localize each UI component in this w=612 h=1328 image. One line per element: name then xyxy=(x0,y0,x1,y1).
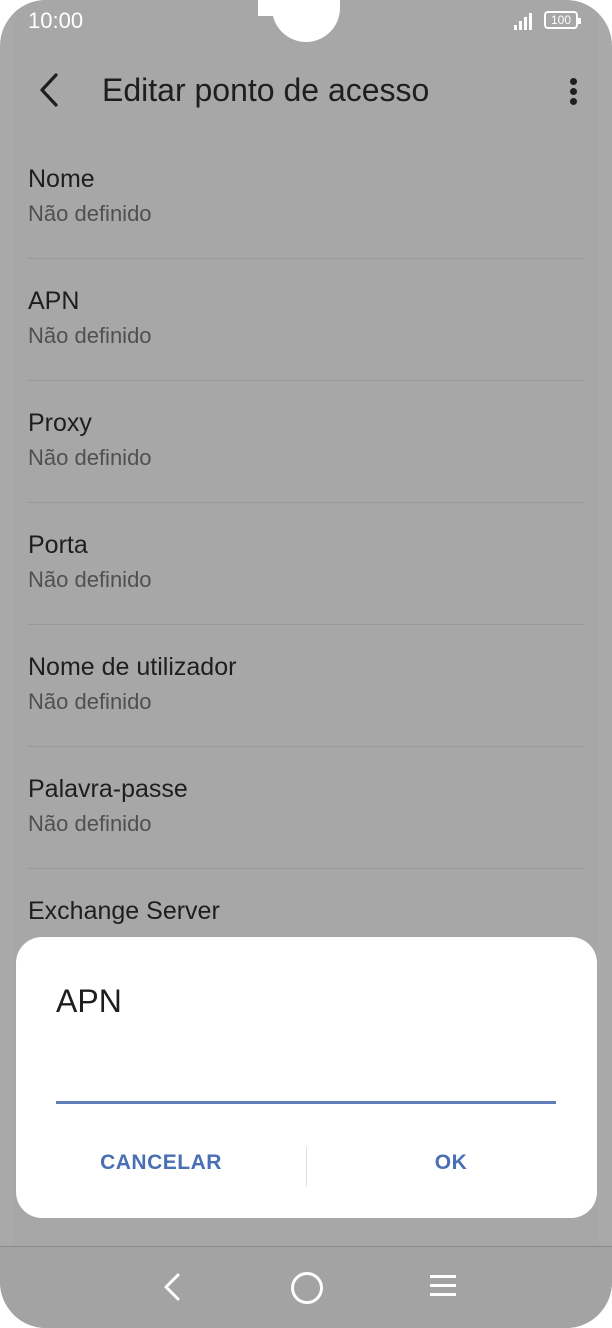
phone-screen: 10:00 100 Editar ponto de acesso Nome Nã… xyxy=(0,0,612,1328)
status-time: 10:00 xyxy=(28,8,84,33)
apn-input[interactable] xyxy=(56,1101,556,1104)
ok-button[interactable]: OK xyxy=(376,1151,526,1175)
item-label: Palavra-passe xyxy=(28,775,188,803)
list-item-porta[interactable]: Porta Não definido xyxy=(28,503,584,625)
item-value: Não definido xyxy=(28,323,152,348)
item-label: Nome de utilizador xyxy=(28,653,237,681)
cancel-button[interactable]: CANCELAR xyxy=(76,1151,246,1175)
item-value: Não definido xyxy=(28,689,152,714)
nav-back-button[interactable] xyxy=(156,1267,186,1307)
apn-dialog: APN CANCELAR OK xyxy=(16,937,597,1218)
item-label: Proxy xyxy=(28,409,92,437)
item-label: Nome xyxy=(28,165,95,193)
list-item-proxy[interactable]: Proxy Não definido xyxy=(28,381,584,503)
vertical-dots-icon xyxy=(570,78,577,85)
page-title: Editar ponto de acesso xyxy=(102,72,430,108)
item-label: APN xyxy=(28,287,80,315)
item-label: Porta xyxy=(28,531,88,559)
list-item-nome-de-utilizador[interactable]: Nome de utilizador Não definido xyxy=(28,625,584,747)
item-value: Não definido xyxy=(28,811,152,836)
nav-back-icon xyxy=(164,1273,180,1301)
item-value: Não definido xyxy=(28,567,152,592)
dialog-title: APN xyxy=(56,983,122,1019)
list-item-apn[interactable]: APN Não definido xyxy=(28,259,584,381)
nav-home-icon[interactable] xyxy=(291,1272,323,1304)
signal-icon xyxy=(514,12,536,30)
button-divider xyxy=(306,1147,307,1187)
item-value: Não definido xyxy=(28,201,152,226)
list-item-palavra-passe[interactable]: Palavra-passe Não definido xyxy=(28,747,584,869)
more-options-button[interactable] xyxy=(562,74,586,108)
chevron-left-icon xyxy=(40,73,58,107)
back-button[interactable] xyxy=(30,70,70,110)
battery-icon: 100 xyxy=(544,11,581,29)
navigation-bar xyxy=(0,1246,612,1328)
item-label: Exchange Server xyxy=(28,897,220,925)
item-value: Não definido xyxy=(28,445,152,470)
list-item-nome[interactable]: Nome Não definido xyxy=(28,137,584,259)
nav-menu-icon[interactable] xyxy=(430,1275,456,1297)
